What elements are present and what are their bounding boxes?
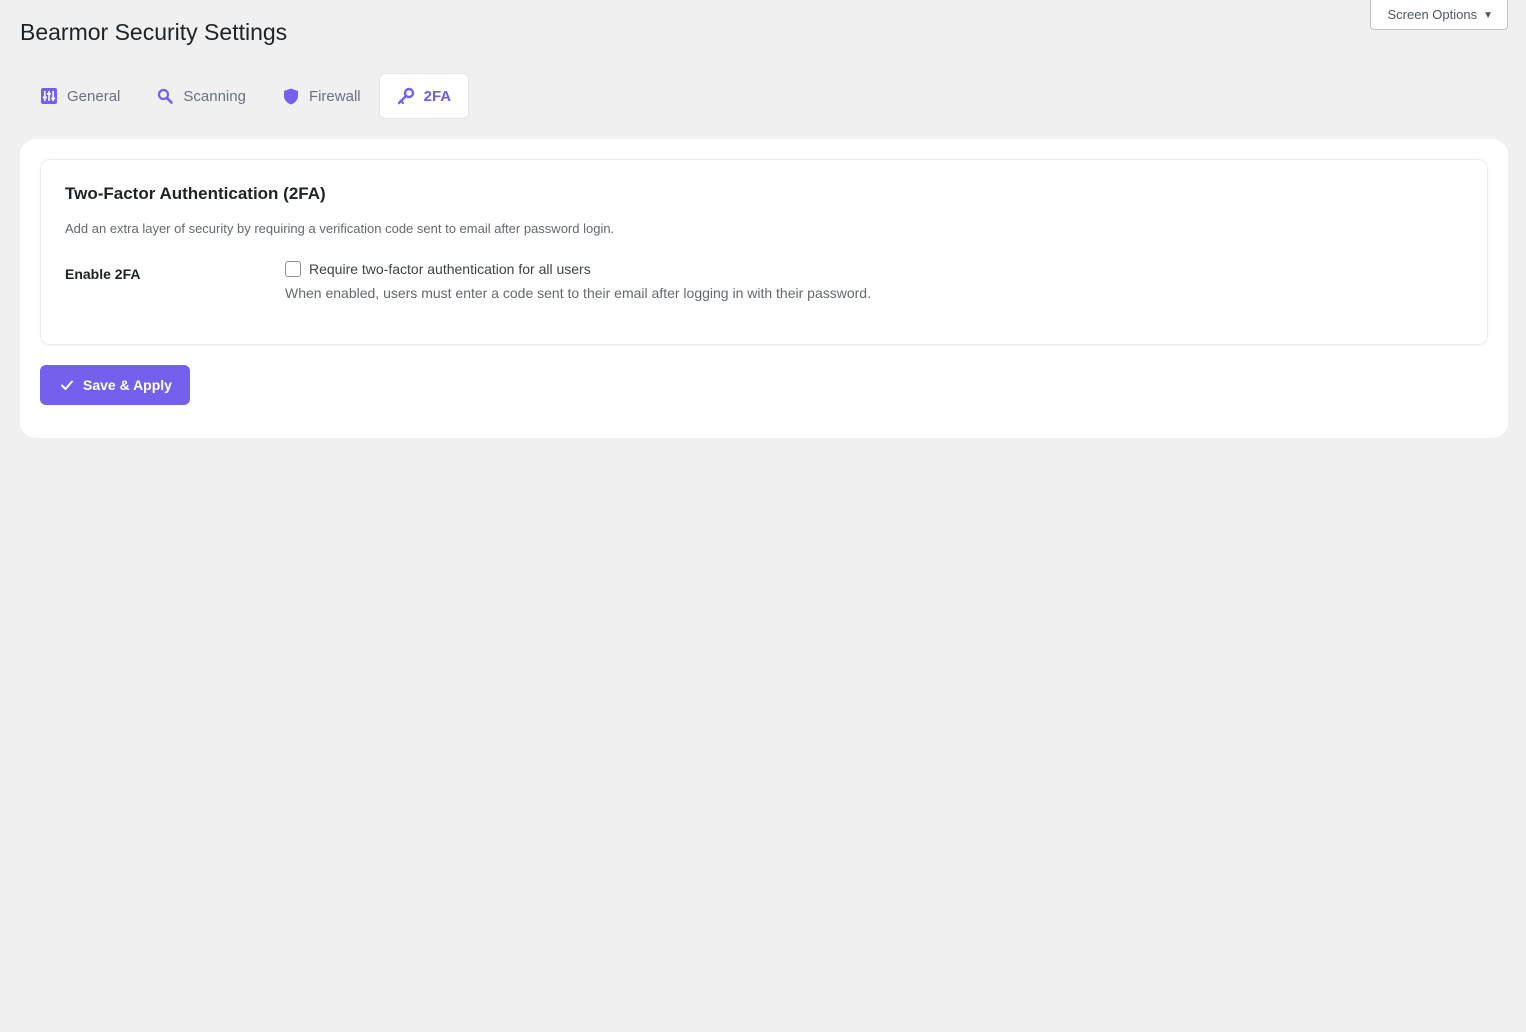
shield-icon — [282, 87, 300, 105]
enable-2fa-help-text: When enabled, users must enter a code se… — [285, 285, 871, 301]
caret-down-icon: ▼ — [1483, 9, 1493, 21]
checkmark-icon — [60, 378, 74, 392]
settings-card: Two-Factor Authentication (2FA) Add an e… — [20, 139, 1508, 438]
tab-2fa[interactable]: 2FA — [378, 73, 470, 119]
settings-tabs: General Scanning Firewall 2FA — [22, 73, 470, 119]
require-2fa-checkbox[interactable] — [285, 261, 301, 277]
tab-2fa-label: 2FA — [423, 87, 452, 105]
enable-2fa-label: Enable 2FA — [65, 266, 141, 282]
tab-general-label: General — [67, 87, 121, 105]
screen-options-button[interactable]: Screen Options ▼ — [1370, 0, 1508, 30]
save-apply-button[interactable]: Save & Apply — [40, 365, 190, 405]
require-2fa-checkbox-row[interactable]: Require two-factor authentication for al… — [285, 261, 871, 277]
page-title: Bearmor Security Settings — [20, 19, 288, 45]
screen-options-label: Screen Options — [1387, 7, 1478, 22]
sliders-icon — [40, 87, 58, 105]
tab-firewall[interactable]: Firewall — [264, 73, 379, 119]
require-2fa-checkbox-label: Require two-factor authentication for al… — [309, 261, 591, 277]
two-factor-section: Two-Factor Authentication (2FA) Add an e… — [40, 159, 1488, 345]
tab-scanning[interactable]: Scanning — [138, 73, 264, 119]
tab-general[interactable]: General — [22, 73, 138, 119]
save-apply-label: Save & Apply — [83, 377, 172, 393]
key-icon — [397, 87, 415, 105]
enable-2fa-control: Require two-factor authentication for al… — [285, 261, 871, 301]
section-title: Two-Factor Authentication (2FA) — [65, 184, 326, 203]
tab-scanning-label: Scanning — [183, 87, 246, 105]
section-description: Add an extra layer of security by requir… — [65, 221, 615, 236]
search-icon — [156, 87, 174, 105]
tab-firewall-label: Firewall — [308, 87, 361, 105]
